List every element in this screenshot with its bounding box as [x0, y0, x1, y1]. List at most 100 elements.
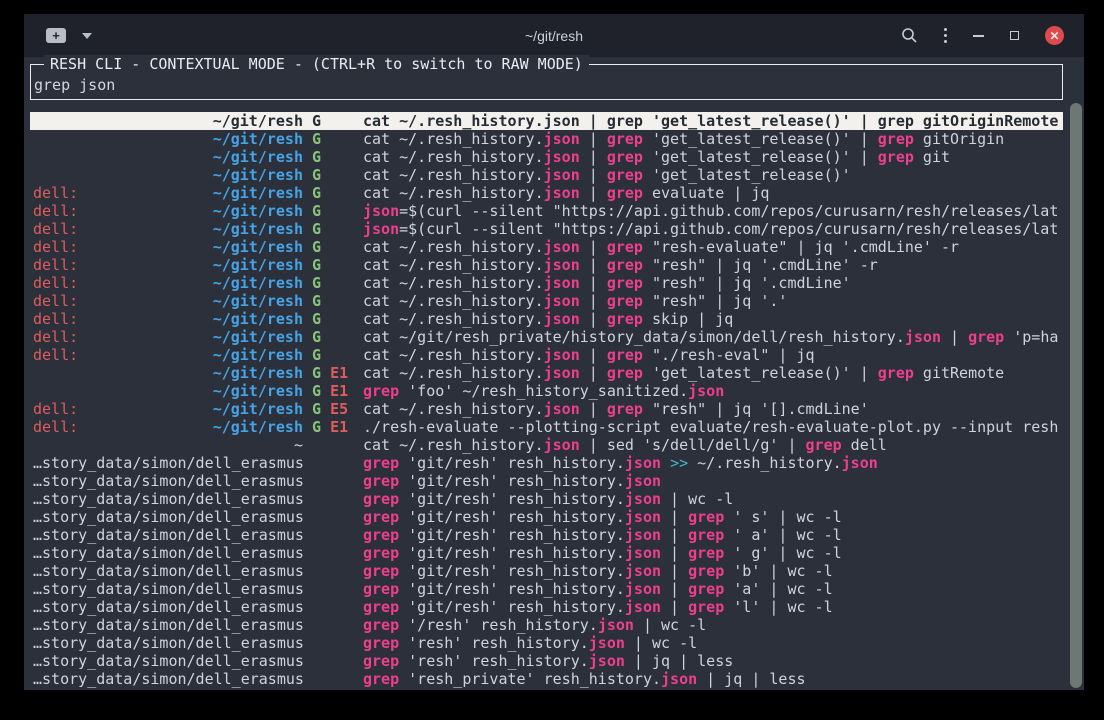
path-cell: …story_data/simon/dell_erasmus	[33, 508, 303, 526]
history-row[interactable]: ~/git/resh Gcat ~/.resh_history.json | g…	[30, 112, 1063, 130]
history-row[interactable]: …story_data/simon/dell_erasmusgrep 'git/…	[30, 544, 1063, 562]
flags-cell: G E1	[303, 418, 363, 436]
command-cell: cat ~/git/resh_private/history_data/simo…	[363, 328, 1063, 346]
history-row[interactable]: …story_data/simon/dell_erasmusgrep 'git/…	[30, 526, 1063, 544]
host-cell: dell:	[33, 256, 78, 274]
history-row[interactable]: ~/git/resh Gcat ~/.resh_history.json | g…	[30, 130, 1063, 148]
close-button[interactable]: ✕	[1045, 26, 1064, 45]
command-cell: cat ~/.resh_history.json | grep 'get_lat…	[363, 166, 1063, 184]
command-cell: cat ~/.resh_history.json | sed 's/dell/d…	[363, 436, 1063, 454]
history-row[interactable]: …story_data/simon/dell_erasmusgrep 'git/…	[30, 562, 1063, 580]
flags-cell: G	[303, 310, 363, 328]
path-cell: ~/git/resh	[213, 418, 303, 436]
path-cell: …story_data/simon/dell_erasmus	[33, 634, 303, 652]
history-row[interactable]: dell:~/git/resh G E5cat ~/.resh_history.…	[30, 400, 1063, 418]
titlebar: + ~/git/resh ✕	[24, 14, 1084, 57]
command-cell: cat ~/.resh_history.json | grep 'get_lat…	[363, 112, 1063, 130]
flags-cell: G	[303, 166, 363, 184]
command-cell: cat ~/.resh_history.json | grep "./resh-…	[363, 346, 1063, 364]
history-row[interactable]: …story_data/simon/dell_erasmusgrep 'git/…	[30, 454, 1063, 472]
command-cell: ./resh-evaluate --plotting-script evalua…	[363, 418, 1063, 436]
command-cell: cat ~/.resh_history.json | grep "resh" |…	[363, 292, 1063, 310]
history-row[interactable]: …story_data/simon/dell_erasmusgrep '/res…	[30, 616, 1063, 634]
history-row[interactable]: …story_data/simon/dell_erasmus grep 'resh…	[30, 634, 1063, 652]
path-cell: ~/git/resh	[213, 400, 303, 418]
history-row[interactable]: …story_data/simon/dell_erasmusgrep 'git/…	[30, 490, 1063, 508]
history-row[interactable]: ~ cat ~/.resh_history.json | sed 's/dell/…	[30, 436, 1063, 454]
host-cell: dell:	[33, 202, 78, 220]
history-row[interactable]: …story_data/simon/dell_erasmusgrep 'git/…	[30, 472, 1063, 490]
flags-cell: G	[303, 148, 363, 166]
command-cell: grep 'git/resh' resh_history.json | grep…	[363, 580, 1063, 598]
search-icon[interactable]	[901, 27, 918, 44]
path-cell: …story_data/simon/dell_erasmus	[33, 562, 303, 580]
history-list: ~/git/resh Gcat ~/.resh_history.json | g…	[30, 112, 1063, 688]
flags-cell	[303, 670, 363, 688]
flags-cell	[303, 598, 363, 616]
path-cell: ~/git/resh	[213, 130, 303, 148]
command-cell: grep 'git/resh' resh_history.json	[363, 472, 1063, 490]
command-cell: grep 'git/resh' resh_history.json | grep…	[363, 508, 1063, 526]
minimize-button[interactable]	[973, 35, 984, 37]
command-cell: grep 'resh_private' resh_history.json | …	[363, 670, 1063, 688]
path-cell: ~/git/resh	[213, 220, 303, 238]
history-row[interactable]: dell:~/git/resh Gjson=$(curl --silent "h…	[30, 202, 1063, 220]
history-row[interactable]: dell:~/git/resh Gcat ~/.resh_history.jso…	[30, 310, 1063, 328]
host-cell: dell:	[33, 274, 78, 292]
scrollbar-thumb[interactable]	[1070, 103, 1082, 688]
history-row[interactable]: dell:~/git/resh Gcat ~/git/resh_private/…	[30, 328, 1063, 346]
menu-icon[interactable]	[944, 28, 947, 43]
path-cell: ~/git/resh	[213, 346, 303, 364]
host-cell: dell:	[33, 238, 78, 256]
path-cell: ~/git/resh	[213, 310, 303, 328]
path-cell: …story_data/simon/dell_erasmus	[33, 454, 303, 472]
history-row[interactable]: …story_data/simon/dell_erasmusgrep 'resh…	[30, 652, 1063, 670]
chevron-down-icon[interactable]	[82, 33, 92, 39]
history-row[interactable]: dell:~/git/resh Gcat ~/.resh_history.jso…	[30, 238, 1063, 256]
flags-cell	[303, 616, 363, 634]
command-cell: cat ~/.resh_history.json | grep 'get_lat…	[363, 364, 1063, 382]
flags-cell: G	[303, 130, 363, 148]
command-cell: cat ~/.resh_history.json | grep "resh-ev…	[363, 238, 1063, 256]
history-row[interactable]: dell:~/git/resh Gcat ~/.resh_history.jso…	[30, 256, 1063, 274]
history-row[interactable]: dell:~/git/resh Gcat ~/.resh_history.jso…	[30, 292, 1063, 310]
host-cell: dell:	[33, 220, 78, 238]
new-tab-icon[interactable]: +	[46, 28, 66, 43]
history-row[interactable]: dell:~/git/resh Gcat ~/.resh_history.jso…	[30, 184, 1063, 202]
command-cell: grep 'resh' resh_history.json | wc -l	[363, 634, 1063, 652]
history-row[interactable]: dell:~/git/resh Gcat ~/.resh_history.jso…	[30, 346, 1063, 364]
history-row[interactable]: …story_data/simon/dell_erasmusgrep 'resh…	[30, 670, 1063, 688]
path-cell: ~	[294, 436, 303, 454]
history-row[interactable]: dell: ~/git/resh Gjson=$(curl --silent "h…	[30, 220, 1063, 238]
path-cell: …story_data/simon/dell_erasmus	[33, 580, 303, 598]
history-row[interactable]: ~/git/resh Gcat ~/.resh_history.json | g…	[30, 148, 1063, 166]
flags-cell	[303, 526, 363, 544]
history-row[interactable]: …story_data/simon/dell_erasmus grep 'git/…	[30, 580, 1063, 598]
history-row[interactable]: ~/git/resh G E1grep 'foo' ~/resh_history…	[30, 382, 1063, 400]
history-row[interactable]: dell:~/git/resh Gcat ~/.resh_history.jso…	[30, 274, 1063, 292]
host-cell: dell:	[33, 328, 78, 346]
restore-button[interactable]	[1010, 31, 1019, 40]
flags-cell: G	[303, 112, 363, 130]
history-row[interactable]: …story_data/simon/dell_erasmusgrep 'git/…	[30, 598, 1063, 616]
command-cell: json=$(curl --silent "https://api.github…	[363, 202, 1063, 220]
history-row[interactable]: ~/git/resh Gcat ~/.resh_history.json | g…	[30, 166, 1063, 184]
path-cell: ~/git/resh	[213, 364, 303, 382]
path-cell: ~/git/resh	[213, 256, 303, 274]
history-row[interactable]: ~/git/resh G E1cat ~/.resh_history.json …	[30, 364, 1063, 382]
path-cell: …story_data/simon/dell_erasmus	[33, 526, 303, 544]
command-cell: cat ~/.resh_history.json | grep 'get_lat…	[363, 130, 1063, 148]
host-cell: dell:	[33, 400, 78, 418]
flags-cell: G	[303, 220, 363, 238]
command-cell: json=$(curl --silent "https://api.github…	[363, 220, 1063, 238]
history-row[interactable]: dell:~/git/resh G E1./resh-evaluate --pl…	[30, 418, 1063, 436]
flags-cell	[303, 652, 363, 670]
command-cell: grep 'git/resh' resh_history.json | wc -…	[363, 490, 1063, 508]
query-input[interactable]: grep json	[34, 76, 115, 94]
history-row[interactable]: …story_data/simon/dell_erasmus grep 'git/…	[30, 508, 1063, 526]
command-cell: cat ~/.resh_history.json | grep 'get_lat…	[363, 148, 1063, 166]
flags-cell: G E1	[303, 382, 363, 400]
flags-cell: G E1	[303, 364, 363, 382]
path-cell: ~/git/resh	[213, 328, 303, 346]
path-cell: ~/git/resh	[213, 112, 303, 130]
